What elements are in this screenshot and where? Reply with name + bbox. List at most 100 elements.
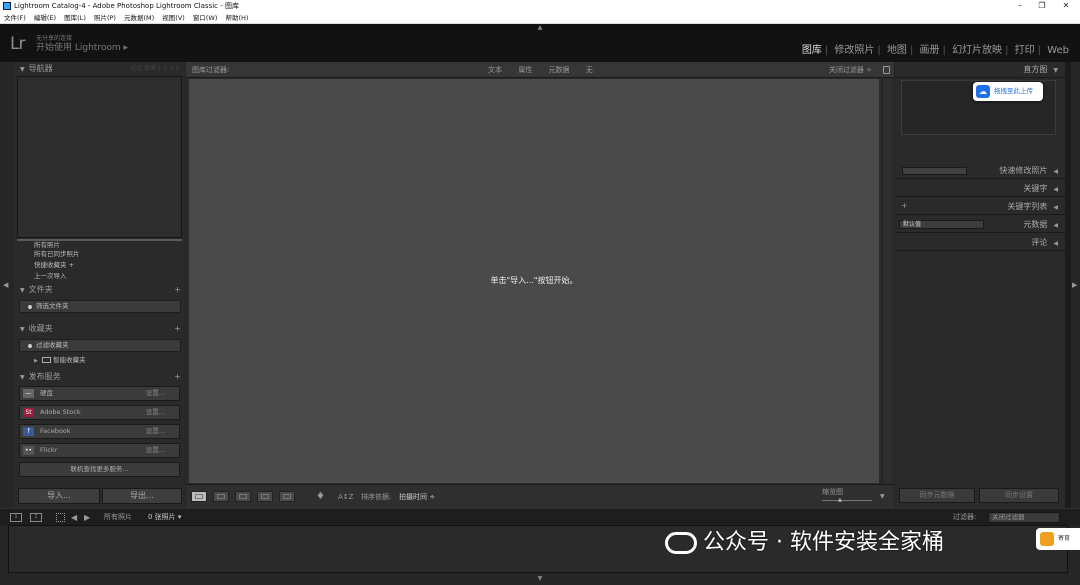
menu-file[interactable]: 文件(F) [4, 14, 26, 22]
filmstrip-bar: 1 2 ◀ ▶ 所有照片 0 张照片 ▾ 过滤器: 关闭过滤器 [0, 508, 1080, 525]
flickr-icon: •• [23, 446, 34, 455]
right-panel-toggle-icon[interactable]: ▶ [1072, 281, 1077, 289]
filmstrip-filter-select[interactable]: 关闭过滤器 [988, 512, 1060, 523]
collection-filter-field[interactable]: 过滤收藏夹 [19, 339, 181, 352]
get-started-link[interactable]: 开始使用 Lightroom ▸ [36, 42, 128, 54]
filter-metadata[interactable]: 元数据 [548, 66, 569, 74]
navigator-zoom-options[interactable]: 适合 填满 1:1 3:1 [130, 62, 179, 76]
corner-badge[interactable]: 寄育 [1036, 528, 1080, 550]
cloud-upload-icon: ☁ [976, 85, 990, 98]
drag-upload-badge[interactable]: ☁ 拖拽至此上传 [973, 82, 1043, 101]
secondary-window-icon[interactable]: 2 [30, 513, 42, 522]
comments-header[interactable]: 评论 ◀ [895, 235, 1066, 251]
keywording-header[interactable]: 关键字 ◀ [895, 181, 1066, 197]
module-book[interactable]: 画册 [920, 45, 940, 56]
compare-view-icon[interactable] [235, 491, 251, 502]
publish-service-flickr[interactable]: •• Flickr 设置... [19, 443, 180, 458]
service-settings[interactable]: 设置... [146, 425, 165, 438]
sort-select[interactable]: 拍摄时间 ÷ [399, 485, 435, 509]
metadata-preset-select[interactable]: 默认值 [899, 220, 984, 229]
grid-icon[interactable] [56, 513, 65, 522]
menu-photo[interactable]: 照片(P) [94, 14, 116, 22]
smart-collections-item[interactable]: ▶ 智能收藏夹 [34, 355, 194, 366]
sync-metadata-button[interactable]: 同步元数据 [899, 488, 975, 503]
service-label: Flickr [40, 446, 58, 454]
slider-thumb[interactable]: ▲ [838, 498, 842, 503]
photo-grid[interactable]: 单击"导入..."按钮开始。 [189, 79, 879, 483]
catalog-row[interactable]: 所有已同步照片0 [34, 249, 194, 260]
navigator-header[interactable]: ▼ 导航器 适合 填满 1:1 3:1 [14, 62, 185, 76]
add-keyword-icon[interactable]: + [901, 201, 908, 210]
module-slideshow[interactable]: 幻灯片放映 [952, 45, 1002, 56]
sort-direction-icon[interactable]: A↕Z [338, 485, 353, 509]
sync-settings-button[interactable]: 同步设置 [979, 488, 1059, 503]
window-title: Lightroom Catalog-4 - Adobe Photoshop Li… [14, 2, 239, 10]
module-web[interactable]: Web [1047, 45, 1069, 56]
service-settings[interactable]: 设置... [146, 444, 165, 457]
menu-help[interactable]: 帮助(H) [225, 14, 248, 22]
export-button[interactable]: 导出... [102, 488, 182, 504]
menu-bar: 文件(F) 编辑(E) 图库(L) 照片(P) 元数据(M) 视图(V) 窗口(… [0, 12, 1080, 24]
folder-filter-field[interactable]: 筛选文件夹 [19, 300, 181, 313]
import-button[interactable]: 导入... [18, 488, 100, 504]
add-publish-service-icon[interactable]: + [174, 370, 181, 384]
menu-library[interactable]: 图库(L) [64, 14, 86, 22]
lightroom-window: Lightroom Catalog-4 - Adobe Photoshop Li… [0, 0, 1080, 585]
toolbar-menu-icon[interactable]: ▼ [880, 485, 885, 509]
publish-header[interactable]: ▼ 发布服务 + [14, 370, 185, 384]
collections-header[interactable]: ▼ 收藏夹 + [14, 322, 185, 336]
thumbnail-size-slider[interactable] [822, 500, 872, 501]
filter-none[interactable]: 无 [586, 66, 593, 74]
maximize-button[interactable]: ❐ [1030, 0, 1054, 12]
collapse-top-icon[interactable]: ▲ [535, 24, 545, 32]
grid-scrollbar[interactable] [882, 79, 890, 483]
menu-view[interactable]: 视图(V) [162, 14, 185, 22]
back-arrow-icon[interactable]: ◀ [71, 509, 77, 526]
menu-window[interactable]: 窗口(W) [193, 14, 218, 22]
survey-view-icon[interactable] [257, 491, 273, 502]
saved-preset-select[interactable] [902, 167, 967, 175]
publish-service-harddrive[interactable]: — 硬盘 设置... [19, 386, 180, 401]
catalog-row[interactable]: 快捷收藏夹 +0 [34, 260, 194, 271]
photo-count[interactable]: 0 张照片 ▾ [148, 509, 181, 526]
forward-arrow-icon[interactable]: ▶ [84, 509, 90, 526]
menu-metadata[interactable]: 元数据(M) [124, 14, 154, 22]
keywording-title: 关键字 [1023, 184, 1048, 193]
filter-attribute[interactable]: 属性 [518, 66, 532, 74]
identity-text[interactable]: 无分享的连接 开始使用 Lightroom ▸ [36, 35, 128, 54]
add-folder-icon[interactable]: + [174, 283, 181, 297]
module-map[interactable]: 地图 [887, 45, 907, 56]
find-more-services-button[interactable]: 联机查找更多服务... [19, 462, 180, 477]
filter-preset-select[interactable]: 关闭过滤器 ÷ [829, 62, 872, 78]
module-print[interactable]: 打印 [1015, 45, 1035, 56]
expand-triangle-icon: ◀ [1053, 240, 1058, 247]
collapse-bottom-icon[interactable]: ▼ [535, 575, 545, 582]
lock-icon[interactable] [883, 66, 890, 74]
grid-view-icon[interactable] [191, 491, 207, 502]
loupe-view-icon[interactable] [213, 491, 229, 502]
module-develop[interactable]: 修改照片 [834, 45, 874, 56]
service-settings[interactable]: 设置... [146, 387, 165, 400]
close-button[interactable]: ✕ [1054, 0, 1078, 12]
menu-edit[interactable]: 编辑(E) [34, 14, 56, 22]
watermark-text: 公众号 · 软件安装全家桶 [703, 530, 944, 555]
histogram-header[interactable]: 直方图 ▼ [895, 62, 1066, 78]
library-toolbar: ♦ A↕Z 排序依据: 拍摄时间 ÷ 缩览图 ▲ ▼ [186, 484, 894, 508]
left-panel-toggle-icon[interactable]: ◀ [3, 281, 8, 289]
module-library[interactable]: 图库 [802, 45, 822, 56]
filter-text[interactable]: 文本 [488, 66, 502, 74]
catalog-row[interactable]: 上一次导入0 [34, 271, 194, 282]
right-panel-scrollbar[interactable] [1065, 62, 1071, 508]
painter-icon[interactable]: ♦ [316, 485, 325, 509]
keyword-list-header[interactable]: 关键字列表 ◀ [895, 199, 1066, 215]
catalog-label: 所有照片 [34, 241, 60, 249]
publish-service-adobe-stock[interactable]: St Adobe Stock 设置... [19, 405, 180, 420]
publish-service-facebook[interactable]: f Facebook 设置... [19, 424, 180, 439]
add-collection-icon[interactable]: + [174, 322, 181, 336]
minimize-button[interactable]: – [1008, 0, 1032, 12]
people-view-icon[interactable] [279, 491, 295, 502]
filmstrip-source[interactable]: 所有照片 [104, 509, 132, 526]
main-window-icon[interactable]: 1 [10, 513, 22, 522]
folders-header[interactable]: ▼ 文件夹 + [14, 283, 185, 297]
service-settings[interactable]: 设置... [146, 406, 165, 419]
